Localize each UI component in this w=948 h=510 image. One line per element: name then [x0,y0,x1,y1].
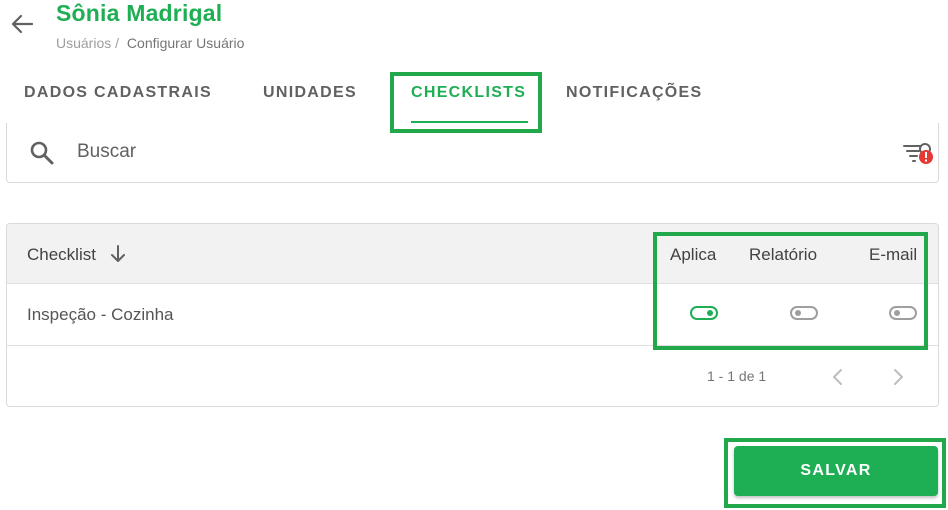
chevron-right-icon[interactable] [889,367,907,387]
breadcrumb-current: Configurar Usuário [126,35,245,51]
column-header-aplica: Aplica [670,245,717,264]
email-toggle[interactable] [889,306,917,320]
column-header-checklist[interactable]: Checklist [27,245,96,265]
arrow-down-icon[interactable] [109,244,127,264]
back-arrow-icon[interactable] [9,12,35,36]
column-header-relatorio: Relatório [749,245,818,264]
search-icon [30,141,54,165]
toggle-knob [894,310,900,316]
relatorio-toggle[interactable] [790,306,818,320]
search-bar [6,123,939,183]
tab-checklists[interactable]: CHECKLISTS [411,84,526,102]
breadcrumb-users-link[interactable]: Usuários / [56,35,119,51]
toggle-knob [707,310,713,316]
checklist-name-cell: Inspeção - Cozinha [27,305,174,324]
page-title: Sônia Madrigal [56,0,223,26]
chevron-left-icon[interactable] [829,367,847,387]
pagination-info: 1 - 1 de 1 [707,368,767,384]
search-input[interactable] [77,137,877,167]
breadcrumb: Usuários / Configurar Usuário [56,35,244,51]
checklist-table: Checklist Aplica Relatório E-mail Inspeç… [6,223,939,407]
column-header-email: E-mail [869,245,918,264]
tab-notificacoes[interactable]: NOTIFICAÇÕES [566,84,703,102]
table-header: Checklist Aplica Relatório E-mail [7,224,938,284]
tab-unidades[interactable]: UNIDADES [263,84,357,102]
toggle-knob [795,310,801,316]
tab-bar: DADOS CADASTRAIS UNIDADES CHECKLISTS NOT… [0,72,948,124]
aplica-toggle[interactable] [690,306,718,320]
tab-dados-cadastrais[interactable]: DADOS CADASTRAIS [24,84,212,102]
filter-alert-icon[interactable] [901,140,935,168]
save-button[interactable]: SALVAR [734,446,938,496]
table-row: Inspeção - Cozinha [7,284,938,346]
